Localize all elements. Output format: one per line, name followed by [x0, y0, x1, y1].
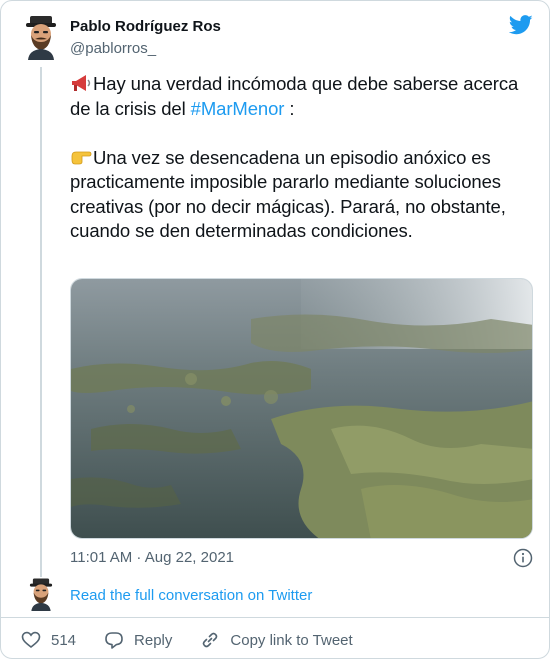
heart-icon — [21, 631, 41, 649]
tweet-text: Hay una verdad incómoda que debe saberse… — [70, 72, 540, 244]
like-button[interactable]: 514 — [21, 630, 76, 650]
copy-link-label: Copy link to Tweet — [230, 631, 353, 649]
marmenor-hashtag-link[interactable]: #MarMenor — [191, 98, 285, 119]
pointing-finger-icon — [71, 151, 92, 164]
thread-line — [40, 67, 42, 577]
reply-button[interactable]: Reply — [104, 630, 172, 650]
tweet-card: Pablo Rodríguez Ros @pablorros_ Hay una … — [0, 0, 550, 659]
copy-link-button[interactable]: Copy link to Tweet — [200, 630, 353, 650]
tweet-photo[interactable] — [70, 278, 533, 539]
actions-divider — [1, 617, 549, 618]
tweet-timestamp[interactable]: 11:01 AM · Aug 22, 2021 — [70, 549, 234, 566]
tweet-paragraph-1: Hay una verdad incómoda que debe saberse… — [70, 72, 540, 121]
author-avatar-small[interactable] — [28, 577, 54, 611]
tweet-paragraph-2: Una vez se desencadena un episodio anóxi… — [70, 146, 540, 244]
read-conversation-link[interactable]: Read the full conversation on Twitter — [70, 587, 312, 604]
author-handle[interactable]: @pablorros_ — [70, 40, 156, 57]
reply-bubble-icon — [105, 632, 123, 649]
author-avatar[interactable] — [24, 14, 58, 60]
link-icon — [203, 632, 218, 648]
tweet-line1-suffix: : — [284, 97, 295, 119]
twitter-bird-icon[interactable] — [509, 15, 533, 35]
bearded-man-avatar-icon — [26, 16, 56, 60]
reply-label: Reply — [134, 631, 173, 649]
bearded-man-avatar-small-icon — [29, 578, 53, 611]
like-count: 514 — [51, 631, 77, 649]
megaphone-icon — [72, 75, 91, 91]
tweet-actions: 514 Reply Copy link to Tweet — [21, 629, 381, 651]
tweet-paragraph-2-text: Una vez se desencadena un episodio anóxi… — [70, 146, 506, 242]
author-name[interactable]: Pablo Rodríguez Ros — [70, 18, 221, 35]
info-icon[interactable] — [513, 548, 533, 568]
algae-lagoon-photo-icon — [71, 279, 532, 538]
